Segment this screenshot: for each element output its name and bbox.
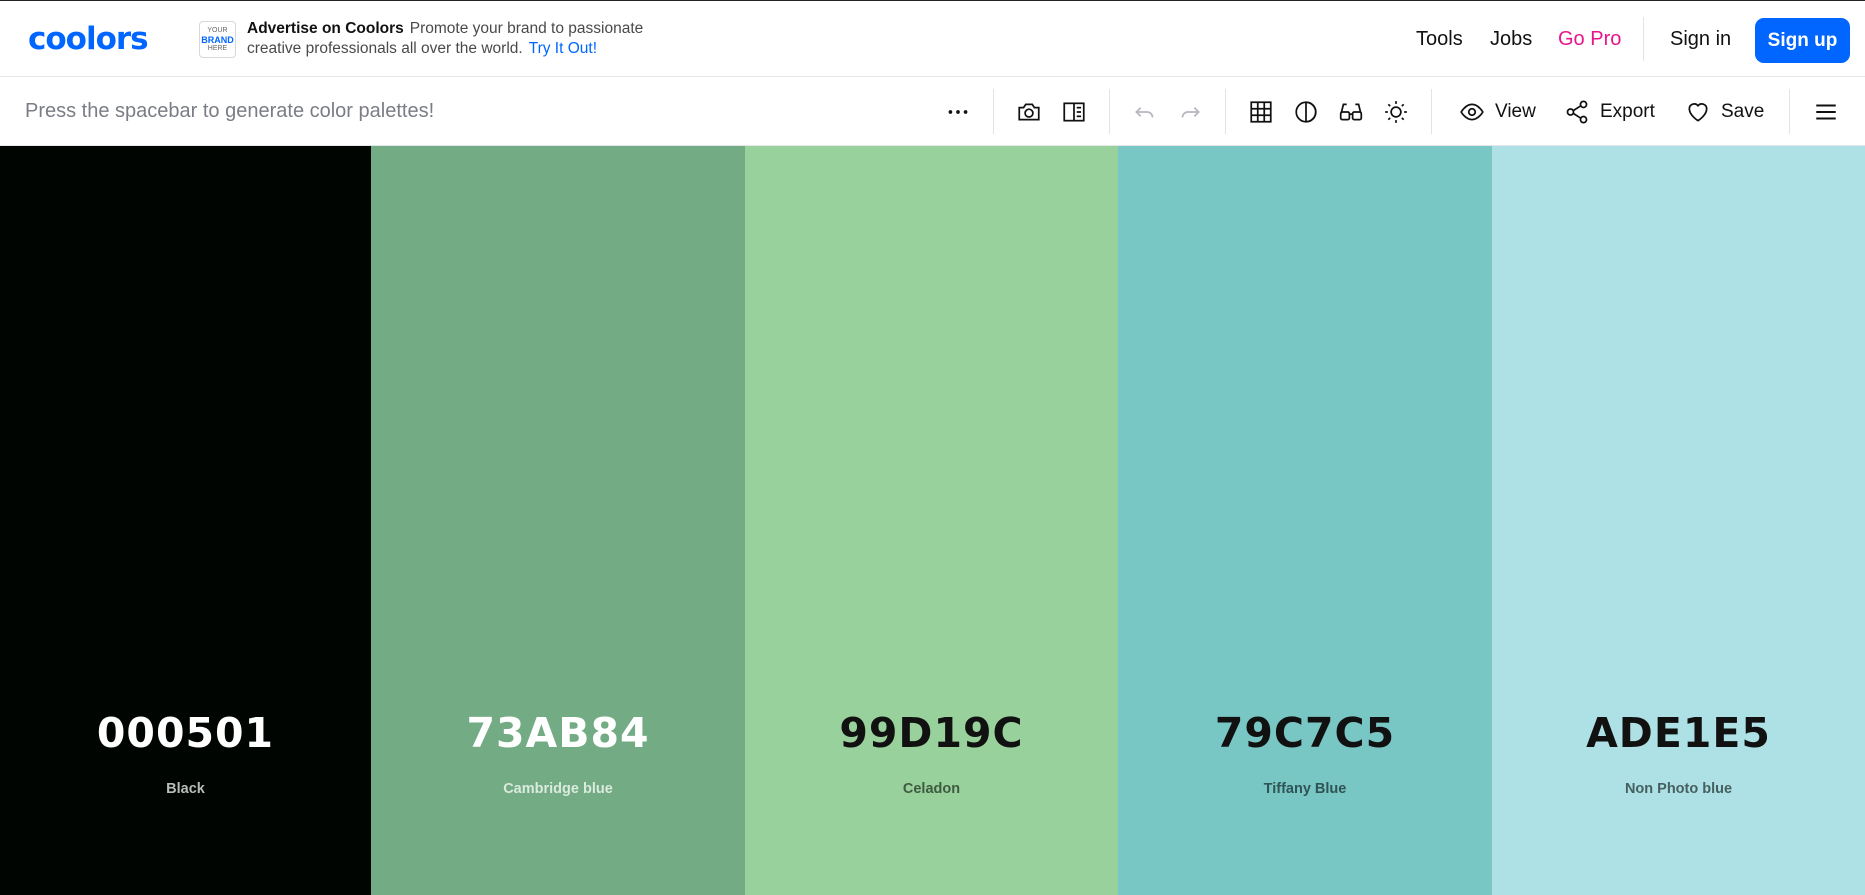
brightness-icon[interactable] — [1381, 97, 1411, 127]
swatch-color-name[interactable]: Black — [0, 780, 371, 798]
view-button[interactable]: View — [1459, 96, 1536, 128]
ad-title: Advertise on Coolors — [247, 20, 404, 37]
camera-icon[interactable] — [1014, 97, 1044, 127]
contrast-icon[interactable] — [1291, 97, 1321, 127]
ad-brand-badge[interactable]: YOUR BRAND HERE — [199, 21, 236, 58]
save-label: Save — [1721, 101, 1765, 122]
toolbar-divider — [993, 89, 994, 134]
color-swatch[interactable]: 79C7C5 Tiffany Blue — [1118, 146, 1492, 895]
redo-icon[interactable] — [1175, 97, 1205, 127]
swatch-hex-code[interactable]: 000501 — [0, 708, 371, 758]
color-swatch[interactable]: 000501 Black — [0, 146, 371, 895]
eye-icon — [1460, 103, 1484, 121]
toolbar-divider — [1431, 89, 1432, 134]
ad-try-link[interactable]: Try It Out! — [529, 40, 597, 57]
color-swatch[interactable]: 99D19C Celadon — [745, 146, 1118, 895]
toolbar-divider — [1225, 89, 1226, 134]
heart-icon — [1688, 103, 1708, 122]
sign-in-link[interactable]: Sign in — [1670, 27, 1731, 51]
nav-tools-link[interactable]: Tools — [1416, 27, 1463, 51]
ad-badge-line-3: HERE — [207, 44, 228, 52]
nav-gopro-link[interactable]: Go Pro — [1558, 27, 1621, 51]
swatch-color-name[interactable]: Celadon — [745, 780, 1118, 798]
swatch-color-name[interactable]: Cambridge blue — [371, 780, 745, 798]
swatch-hex-code[interactable]: ADE1E5 — [1492, 708, 1865, 758]
save-button[interactable]: Save — [1685, 96, 1764, 128]
swatch-hex-code[interactable]: 79C7C5 — [1118, 708, 1492, 758]
toolbar-divider — [1789, 89, 1790, 134]
export-button[interactable]: Export — [1564, 96, 1655, 128]
swatch-hex-code[interactable]: 73AB84 — [371, 708, 745, 758]
generate-hint: Press the spacebar to generate color pal… — [25, 100, 435, 122]
coolors-logo[interactable]: coolors — [28, 23, 149, 55]
more-icon[interactable] — [943, 97, 973, 127]
nav-jobs-link[interactable]: Jobs — [1490, 27, 1532, 51]
view-label: View — [1495, 101, 1536, 122]
swatch-hex-code[interactable]: 99D19C — [745, 708, 1118, 758]
palette-toolbar: Press the spacebar to generate color pal… — [0, 77, 1865, 146]
swatch-color-name[interactable]: Non Photo blue — [1492, 780, 1865, 798]
export-label: Export — [1600, 101, 1655, 122]
ad-text: Advertise on Coolors Promote your brand t… — [247, 19, 697, 59]
ad-badge-line-2: BRAND — [201, 34, 234, 45]
color-palette: 000501 Black 73AB84 Cambridge blue 99D19… — [0, 146, 1865, 895]
nav-divider — [1643, 17, 1644, 61]
glasses-icon[interactable] — [1336, 97, 1366, 127]
grid-icon[interactable] — [1246, 97, 1276, 127]
ad-badge-line-1: YOUR — [207, 26, 228, 34]
hamburger-menu-icon[interactable] — [1811, 97, 1841, 127]
toolbar-divider — [1109, 89, 1110, 134]
split-view-icon[interactable] — [1059, 97, 1089, 127]
top-navbar: coolors YOUR BRAND HERE Advertise on Coo… — [0, 0, 1865, 77]
undo-icon[interactable] — [1130, 97, 1160, 127]
swatch-color-name[interactable]: Tiffany Blue — [1118, 780, 1492, 798]
share-icon — [1566, 100, 1588, 124]
color-swatch[interactable]: ADE1E5 Non Photo blue — [1492, 146, 1865, 895]
color-swatch[interactable]: 73AB84 Cambridge blue — [371, 146, 745, 895]
sign-up-button[interactable]: Sign up — [1755, 18, 1850, 63]
